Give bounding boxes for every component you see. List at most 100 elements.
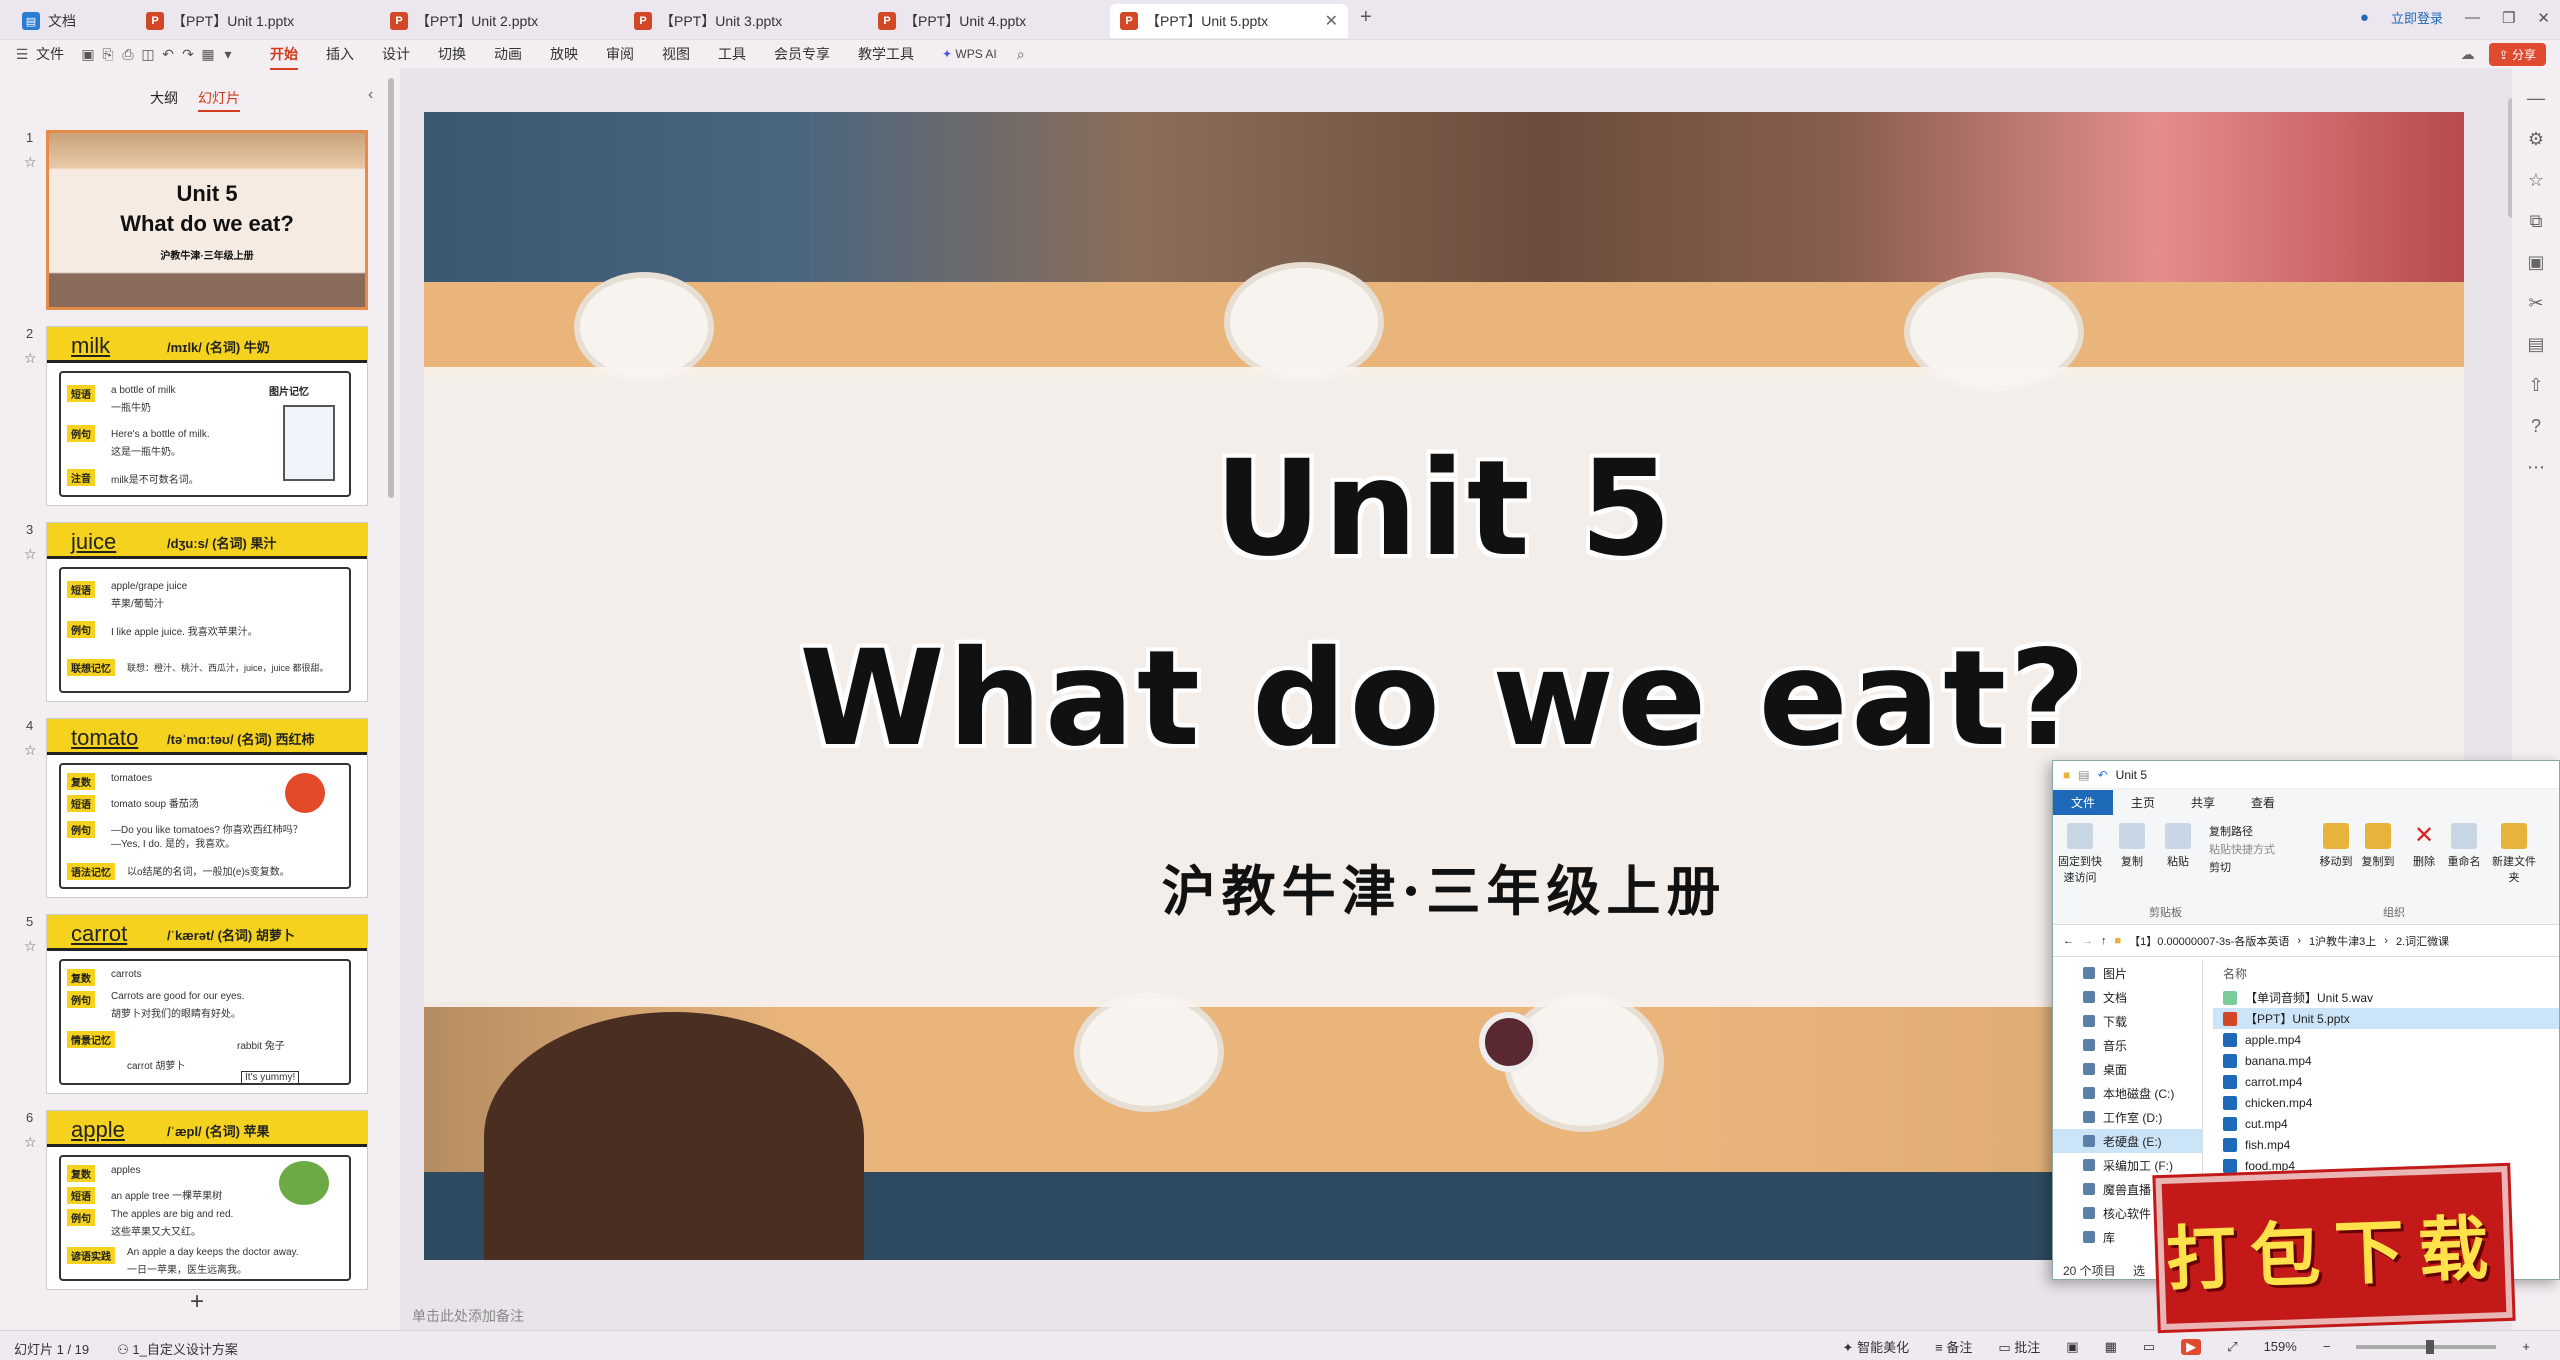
- menu-member[interactable]: 会员专享: [760, 44, 844, 64]
- menu-review[interactable]: 审阅: [592, 44, 648, 64]
- normal-view-icon[interactable]: ▣: [2066, 1339, 2078, 1355]
- column-header-name[interactable]: 名称: [2213, 961, 2559, 987]
- menu-insert[interactable]: 插入: [312, 44, 368, 64]
- nav-item[interactable]: 下载: [2053, 1009, 2202, 1033]
- menu-slideshow[interactable]: 放映: [536, 44, 592, 64]
- slide-thumbnail-2[interactable]: milk /mɪlk/ (名词) 牛奶 短语 a bottle of milk …: [46, 326, 368, 506]
- add-slide-icon[interactable]: +: [190, 1288, 204, 1316]
- menu-file[interactable]: 文件: [32, 44, 78, 64]
- tab-slides[interactable]: 幻灯片: [198, 88, 240, 112]
- file-item[interactable]: fish.mp4: [2213, 1134, 2559, 1155]
- nav-item[interactable]: 工作室 (D:): [2053, 1105, 2202, 1129]
- download-package-banner[interactable]: 打包下载: [2155, 1165, 2513, 1331]
- new-folder-button[interactable]: 新建文件夹: [2489, 823, 2539, 885]
- cloud-sync-icon[interactable]: ☁: [2461, 46, 2475, 63]
- format-painter-icon[interactable]: ▦: [198, 46, 218, 62]
- chevron-down-icon[interactable]: ▾: [218, 46, 238, 62]
- menu-wps-ai[interactable]: ✦ WPS AI: [928, 47, 1011, 61]
- address-bar[interactable]: ← → ↑ ■ 【1】0.00000007-3s-各版本英语 › 1沪教牛津3上…: [2053, 925, 2559, 957]
- slide-thumbnail-3[interactable]: juice /dʒuːs/ (名词) 果汁 短语 apple/grape jui…: [46, 522, 368, 702]
- menu-teaching-tools[interactable]: 教学工具: [844, 44, 928, 64]
- up-icon[interactable]: ↑: [2101, 935, 2107, 947]
- menu-animation[interactable]: 动画: [480, 44, 536, 64]
- image-icon[interactable]: ▣: [2527, 252, 2544, 273]
- notes-button[interactable]: ≡ 备注: [1935, 1337, 1972, 1356]
- book-icon[interactable]: ▤: [2527, 334, 2544, 355]
- hamburger-icon[interactable]: ☰: [12, 46, 32, 62]
- adjust-icon[interactable]: ⚙: [2528, 129, 2544, 150]
- file-item[interactable]: 【单词音频】Unit 5.wav: [2213, 987, 2559, 1008]
- zoom-slider[interactable]: [2356, 1339, 2497, 1354]
- menu-home[interactable]: 开始: [256, 44, 312, 70]
- preview-icon[interactable]: ◫: [138, 46, 158, 62]
- new-tab-icon[interactable]: +: [1360, 6, 1372, 29]
- file-item[interactable]: banana.mp4: [2213, 1050, 2559, 1071]
- undo-icon[interactable]: ↶: [2098, 768, 2108, 782]
- nav-item[interactable]: 采编加工 (F:): [2053, 1153, 2202, 1177]
- nav-item[interactable]: 桌面: [2053, 1057, 2202, 1081]
- star-icon[interactable]: ☆: [24, 742, 37, 759]
- tab-unit2[interactable]: P 【PPT】Unit 2.pptx: [380, 4, 616, 38]
- zoom-in-icon[interactable]: +: [2522, 1339, 2530, 1354]
- ribbon-tab-file[interactable]: 文件: [2053, 789, 2114, 815]
- properties-icon[interactable]: ▤: [2078, 768, 2089, 782]
- copy-to-button[interactable]: 复制到: [2353, 823, 2403, 869]
- close-tab-icon[interactable]: ✕: [1325, 11, 1338, 31]
- paste-shortcut-button[interactable]: 粘贴快捷方式: [2209, 841, 2275, 859]
- menu-tools[interactable]: 工具: [704, 44, 760, 64]
- share-button[interactable]: ⇪ 分享: [2488, 43, 2546, 66]
- star-icon[interactable]: ☆: [24, 1134, 37, 1151]
- save-icon[interactable]: ▣: [78, 46, 98, 62]
- ribbon-tab-home[interactable]: 主页: [2113, 790, 2173, 815]
- tab-unit4[interactable]: P 【PPT】Unit 4.pptx: [868, 4, 1104, 38]
- ribbon-tab-view[interactable]: 查看: [2233, 790, 2293, 815]
- tab-outline[interactable]: 大纲: [150, 88, 178, 112]
- back-icon[interactable]: ←: [2063, 935, 2074, 947]
- nav-item[interactable]: 音乐: [2053, 1033, 2202, 1057]
- undo-icon[interactable]: ↶: [158, 46, 178, 62]
- star-icon[interactable]: ☆: [24, 154, 37, 171]
- file-item[interactable]: cut.mp4: [2213, 1113, 2559, 1134]
- paste-button[interactable]: 粘贴: [2153, 823, 2203, 869]
- cut-button[interactable]: 剪切: [2209, 859, 2275, 877]
- slide-title-line1[interactable]: Unit 5: [424, 432, 2464, 586]
- nav-item[interactable]: 本地磁盘 (C:): [2053, 1081, 2202, 1105]
- tab-documents[interactable]: ▤ 文档: [12, 4, 128, 38]
- slide-sorter-icon[interactable]: ▦: [2105, 1339, 2117, 1355]
- minimize-icon[interactable]: —: [2465, 9, 2480, 26]
- nav-item[interactable]: 文档: [2053, 985, 2202, 1009]
- zoom-slider-knob[interactable]: [2426, 1339, 2435, 1354]
- tab-unit3[interactable]: P 【PPT】Unit 3.pptx: [624, 4, 860, 38]
- file-item[interactable]: chicken.mp4: [2213, 1092, 2559, 1113]
- close-window-icon[interactable]: ✕: [2537, 9, 2550, 27]
- slide-thumbnail-4[interactable]: tomato /təˈmɑːtəʊ/ (名词) 西红柿 复数 tomatoes …: [46, 718, 368, 898]
- rename-button[interactable]: 重命名: [2439, 823, 2489, 869]
- panel-scrollbar[interactable]: [388, 78, 394, 498]
- slide-thumbnail-5[interactable]: carrot /ˈkærət/ (名词) 胡萝卜 复数 carrots 例句 C…: [46, 914, 368, 1094]
- breadcrumb-item[interactable]: 2.词汇微课: [2396, 933, 2449, 949]
- forward-icon[interactable]: →: [2082, 935, 2093, 947]
- copy-icon[interactable]: ⧉: [2530, 211, 2543, 232]
- help-icon[interactable]: ?: [2531, 416, 2541, 437]
- file-item[interactable]: carrot.mp4: [2213, 1071, 2559, 1092]
- share-icon[interactable]: ⇧: [2528, 375, 2543, 396]
- play-icon[interactable]: ▶: [2181, 1338, 2202, 1355]
- slide-thumbnail-6[interactable]: apple /ˈæpl/ (名词) 苹果 复数 apples 短语 an app…: [46, 1110, 368, 1290]
- more-icon[interactable]: ⋯: [2527, 457, 2545, 478]
- theme-label[interactable]: ⚇ 1_自定义设计方案: [117, 1339, 238, 1358]
- maximize-icon[interactable]: ❐: [2502, 9, 2515, 27]
- search-icon[interactable]: ⌕: [1011, 46, 1031, 62]
- zoom-out-icon[interactable]: −: [2323, 1339, 2331, 1354]
- tab-unit1[interactable]: P 【PPT】Unit 1.pptx: [136, 4, 372, 38]
- copy-button[interactable]: 复制: [2107, 823, 2157, 869]
- menu-transition[interactable]: 切换: [424, 44, 480, 64]
- fit-icon[interactable]: ⤢: [2227, 1339, 2237, 1355]
- copy-path-button[interactable]: 复制路径: [2209, 823, 2275, 841]
- star-icon[interactable]: ☆: [24, 938, 37, 955]
- breadcrumb-item[interactable]: 【1】0.00000007-3s-各版本英语: [2129, 933, 2289, 949]
- menu-design[interactable]: 设计: [368, 44, 424, 64]
- print-icon[interactable]: ⎙: [118, 46, 138, 62]
- menu-view[interactable]: 视图: [648, 44, 704, 64]
- export-icon[interactable]: ⎘: [98, 46, 118, 62]
- star-icon[interactable]: ☆: [2528, 170, 2544, 191]
